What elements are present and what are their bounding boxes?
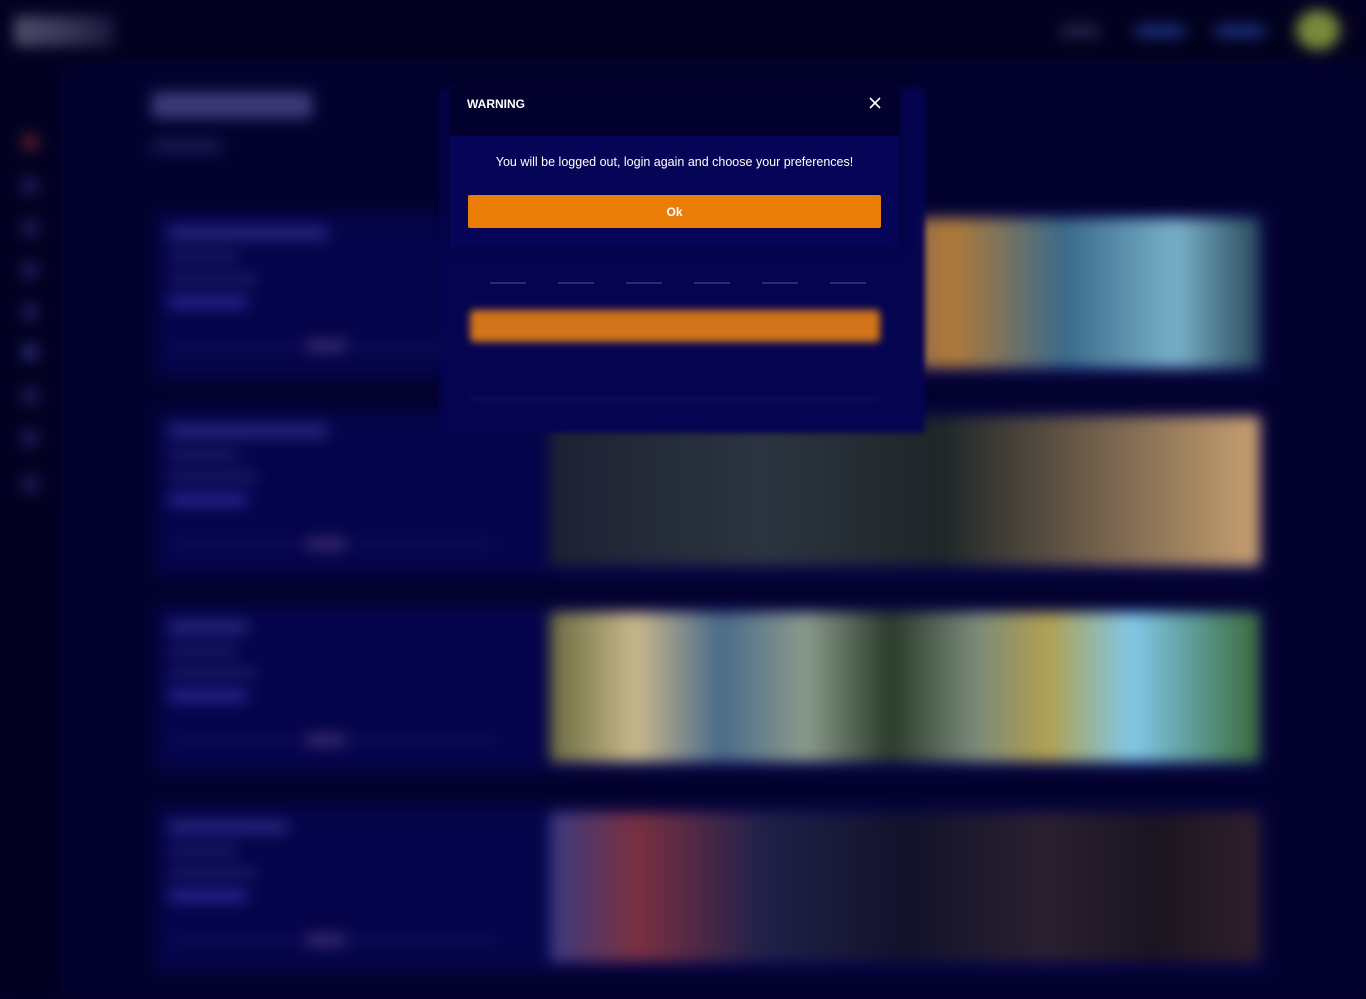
warning-dialog: WARNING You will be logged out, login ag… xyxy=(450,88,899,247)
logo xyxy=(14,16,114,46)
app-screen: › WARNING You will be logged out, login … xyxy=(0,0,1366,999)
sidebar-icon xyxy=(22,430,38,446)
row-thumbnail xyxy=(550,812,1260,962)
top-link xyxy=(1135,26,1185,36)
row-thumbnail xyxy=(550,612,1260,762)
underlying-button xyxy=(470,310,880,342)
sidebar-icon xyxy=(22,134,38,150)
underlying-divider xyxy=(470,380,880,400)
sidebar-icon xyxy=(22,344,38,360)
sidebar-icon xyxy=(22,388,38,404)
sidebar-icon xyxy=(22,262,38,278)
close-icon xyxy=(864,94,886,116)
chevron-right-icon: › xyxy=(1346,20,1351,36)
page-subtitle-placeholder xyxy=(152,140,222,152)
avatar xyxy=(1296,10,1340,50)
close-button[interactable] xyxy=(864,94,886,116)
sidebar xyxy=(0,62,62,999)
dialog-header: WARNING xyxy=(450,88,899,136)
sidebar-icon xyxy=(22,304,38,320)
top-link xyxy=(1060,26,1100,36)
top-link xyxy=(1215,26,1265,36)
content-row xyxy=(156,806,1266,971)
dialog-title: WARNING xyxy=(467,97,525,111)
sidebar-icon xyxy=(22,476,38,492)
row-thumbnail xyxy=(550,416,1260,566)
sidebar-icon xyxy=(22,178,38,194)
sidebar-icon xyxy=(22,220,38,236)
top-bar: › xyxy=(0,0,1366,62)
content-row xyxy=(156,606,1266,771)
dialog-message: You will be logged out, login again and … xyxy=(495,155,854,169)
ok-button[interactable]: Ok xyxy=(468,195,881,228)
underlying-code-inputs xyxy=(480,258,880,284)
page-title-placeholder xyxy=(152,92,312,118)
content-row xyxy=(156,410,1266,575)
